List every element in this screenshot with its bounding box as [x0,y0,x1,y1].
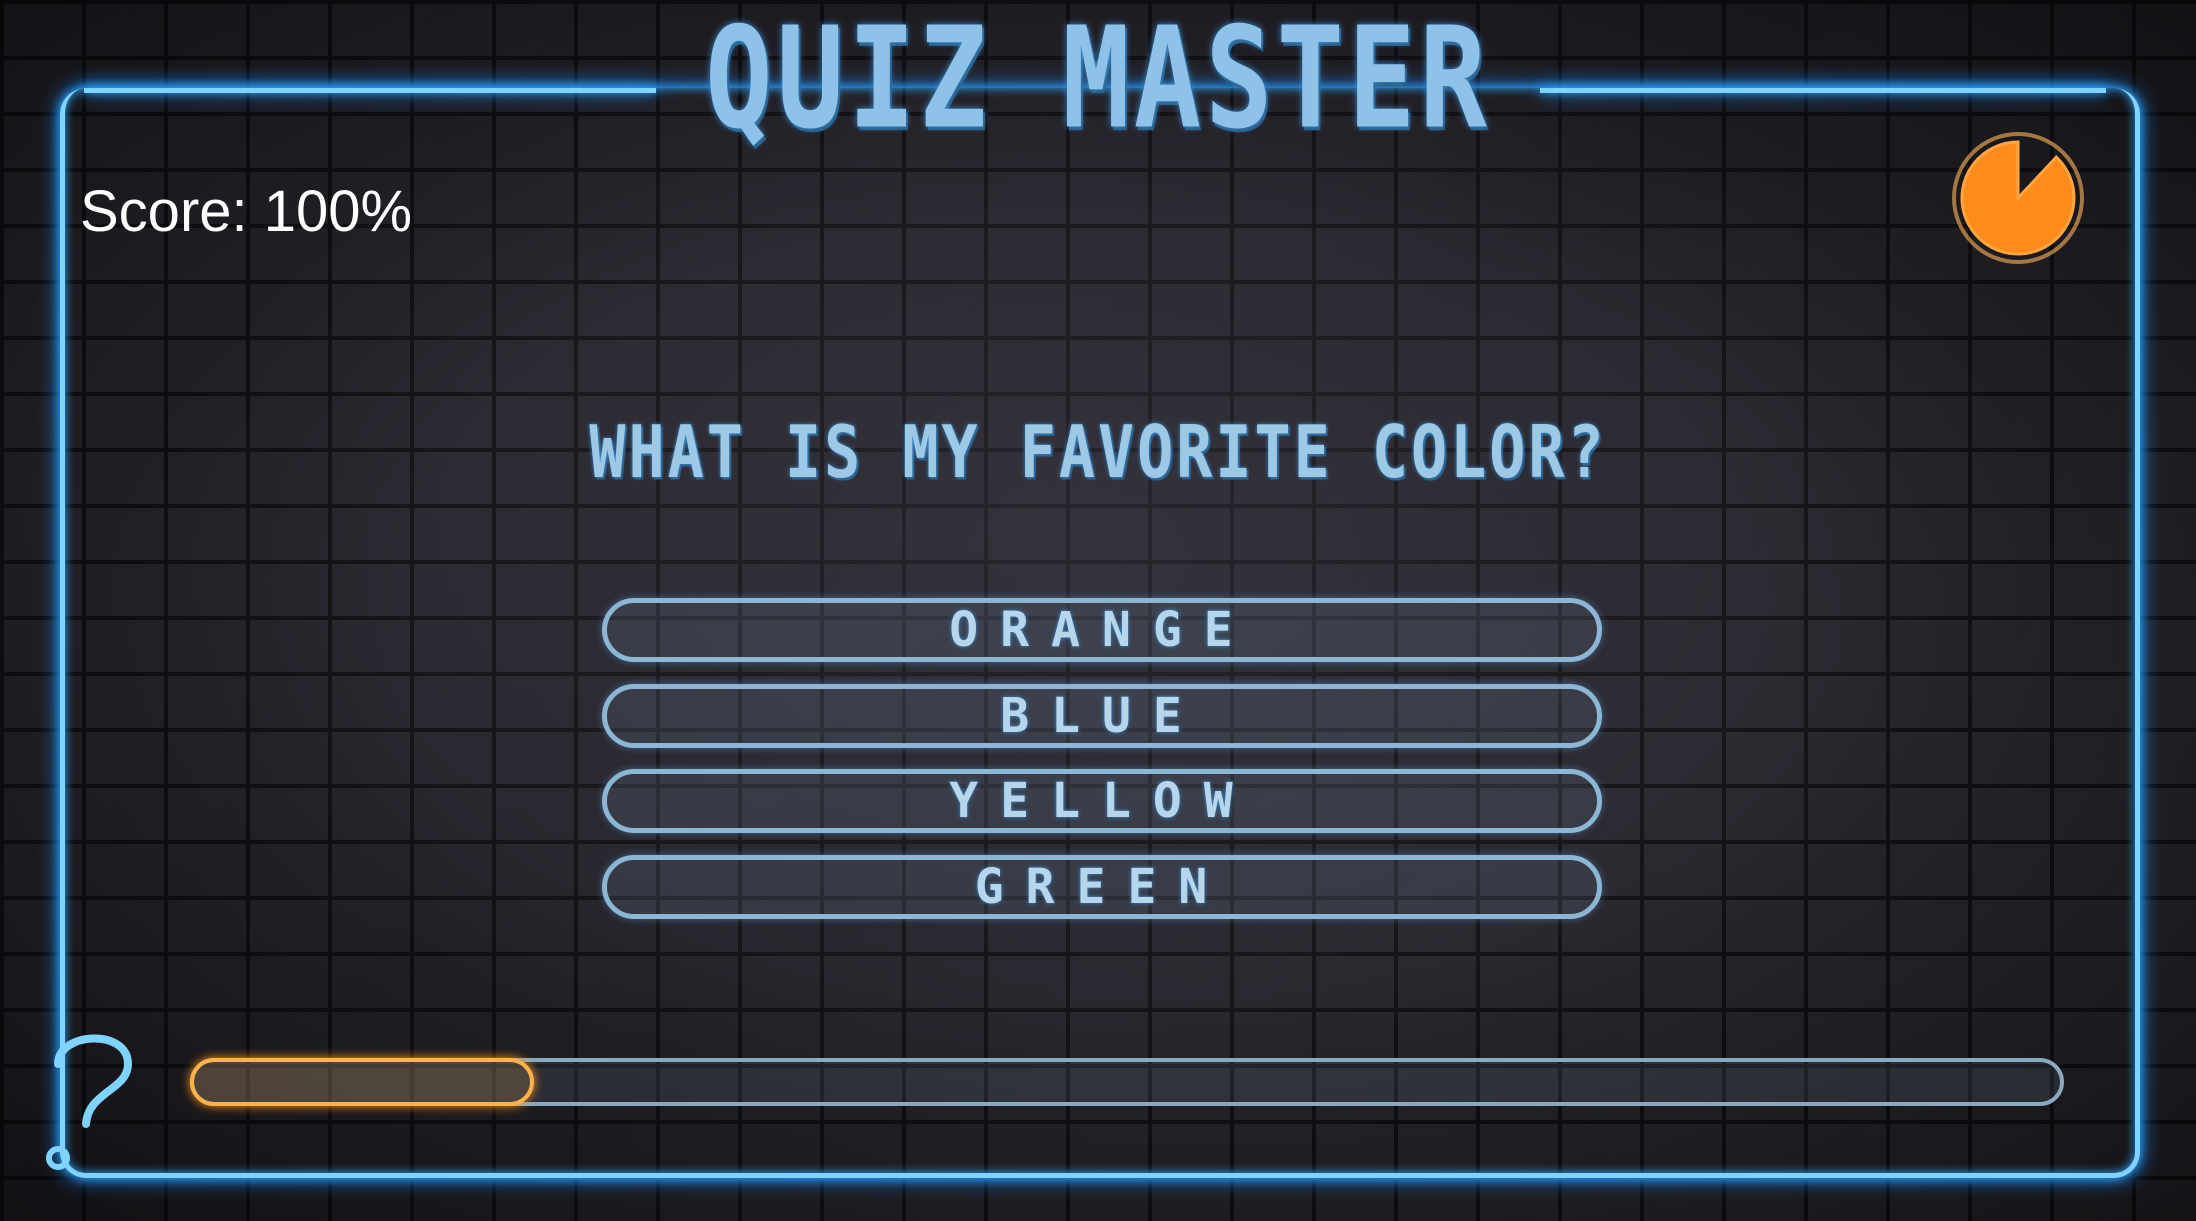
question-mark-icon[interactable] [36,1024,146,1174]
answer-button-1[interactable]: ORANGE [602,598,1602,662]
answer-button-3[interactable]: YELLOW [602,769,1602,833]
answer-button-2[interactable]: BLUE [602,684,1602,748]
pie-timer-icon [1952,132,2084,264]
quiz-progress-fill [190,1058,534,1106]
score-label: Score: 100% [80,179,413,244]
question-text: WHAT IS MY FAVORITE COLOR? [589,411,1607,495]
timer-remaining-wedge [1960,140,2076,256]
game-title: QUIZ MASTER [705,0,1491,161]
answer-button-4[interactable]: GREEN [602,855,1602,919]
quiz-progress-bar [190,1058,2064,1106]
